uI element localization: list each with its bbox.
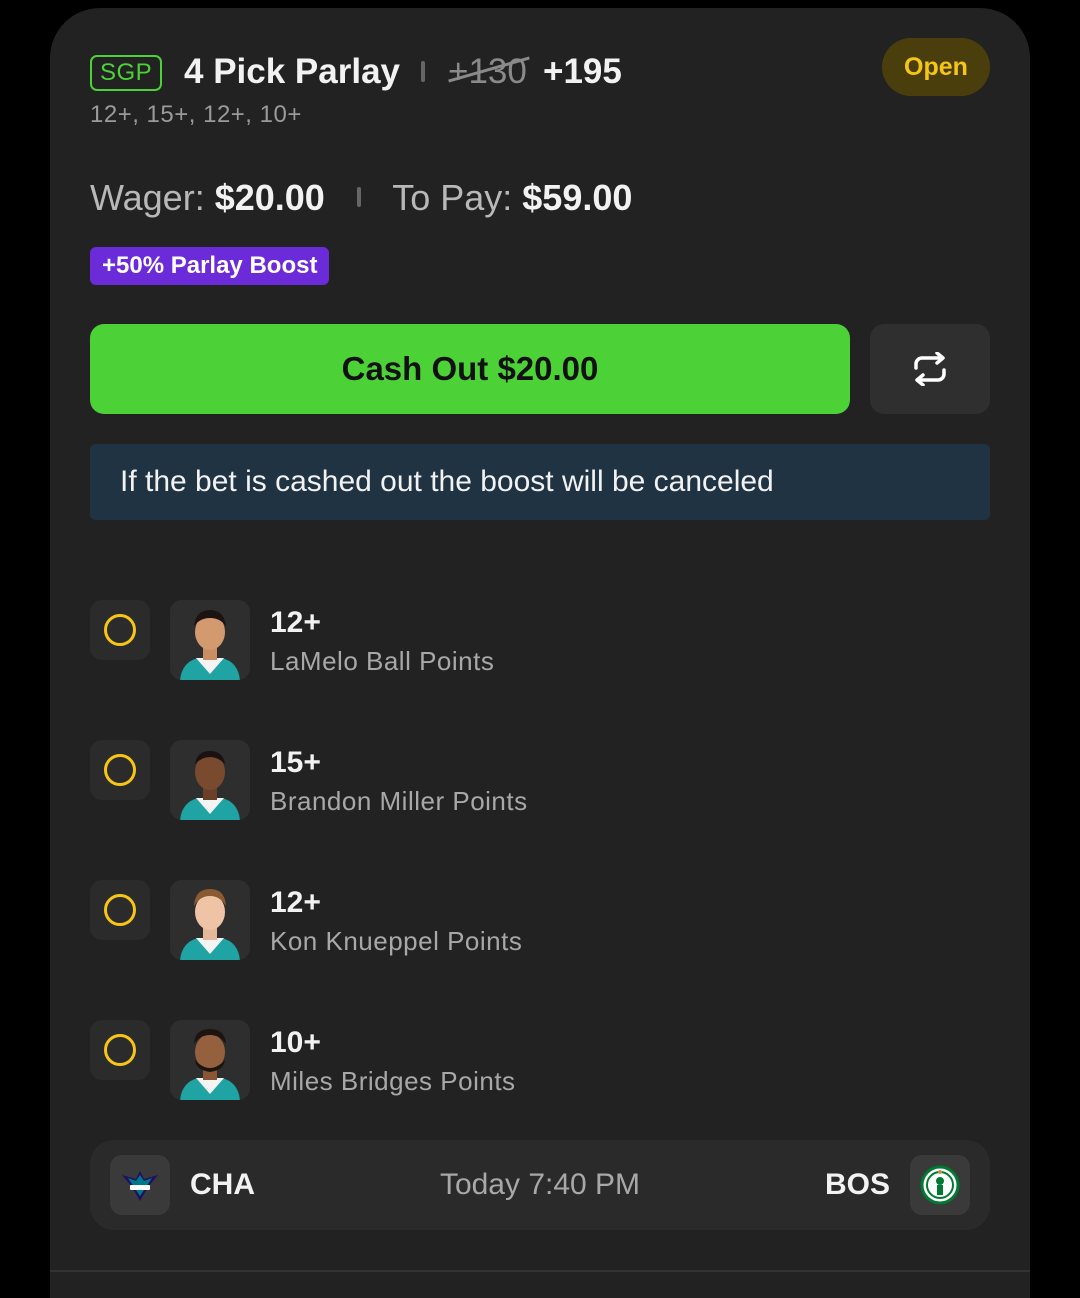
wager-label: Wager: xyxy=(90,177,205,218)
bet-header: SGP 4 Pick Parlay +130 +195 12+, 15+, 12… xyxy=(90,38,990,142)
repeat-icon xyxy=(914,352,946,386)
cash-out-button[interactable]: Cash Out $20.00 xyxy=(90,324,850,414)
wager-row: Wager: $20.00 To Pay: $59.00 xyxy=(90,178,632,218)
to-pay-value: $59.00 xyxy=(522,177,633,218)
pending-circle-icon xyxy=(104,754,136,786)
leg-market: LaMelo Ball Points xyxy=(270,646,495,676)
original-odds: +130 xyxy=(448,52,527,92)
player-avatar xyxy=(170,740,250,820)
divider xyxy=(356,187,361,207)
game-info[interactable]: CHA Today 7:40 PM BOS xyxy=(90,1140,990,1230)
player-avatar xyxy=(170,600,250,680)
status-badge: Open xyxy=(882,38,990,96)
leg-status xyxy=(90,880,150,940)
list-item[interactable]: 15+ Brandon Miller Points xyxy=(90,740,990,820)
bet-title: 4 Pick Parlay xyxy=(184,52,400,91)
list-item[interactable]: 12+ Kon Knueppel Points xyxy=(90,880,990,960)
bet-card: SGP 4 Pick Parlay +130 +195 12+, 15+, 12… xyxy=(50,8,1030,1298)
pending-circle-icon xyxy=(104,614,136,646)
to-pay-label: To Pay: xyxy=(392,177,513,218)
leg-line: 10+ xyxy=(270,1026,321,1059)
leg-market: Brandon Miller Points xyxy=(270,786,528,816)
leg-market: Kon Knueppel Points xyxy=(270,926,523,956)
edit-bet-button[interactable] xyxy=(870,324,990,414)
leg-status xyxy=(90,740,150,800)
leg-line: 15+ xyxy=(270,746,321,779)
away-team: BOS xyxy=(824,1168,890,1201)
list-item[interactable]: 10+ Miles Bridges Points xyxy=(90,1020,990,1100)
divider xyxy=(50,1270,1030,1272)
boost-cancel-notice: If the bet is cashed out the boost will … xyxy=(90,444,990,520)
legs-summary: 12+, 15+, 12+, 10+ xyxy=(90,101,302,128)
leg-status xyxy=(90,1020,150,1080)
boosted-odds: +195 xyxy=(543,52,622,91)
pending-circle-icon xyxy=(104,894,136,926)
parlay-boost-badge: +50% Parlay Boost xyxy=(90,247,330,285)
leg-market: Miles Bridges Points xyxy=(270,1066,516,1096)
wager-value: $20.00 xyxy=(214,177,325,218)
divider xyxy=(421,61,425,82)
celtics-logo-icon xyxy=(910,1155,970,1215)
pending-circle-icon xyxy=(104,1034,136,1066)
player-avatar xyxy=(170,1020,250,1100)
list-item[interactable]: 12+ LaMelo Ball Points xyxy=(90,600,990,680)
leg-status xyxy=(90,600,150,660)
leg-line: 12+ xyxy=(270,886,321,919)
leg-line: 12+ xyxy=(270,606,321,639)
sgp-badge: SGP xyxy=(90,55,163,91)
player-avatar xyxy=(170,880,250,960)
